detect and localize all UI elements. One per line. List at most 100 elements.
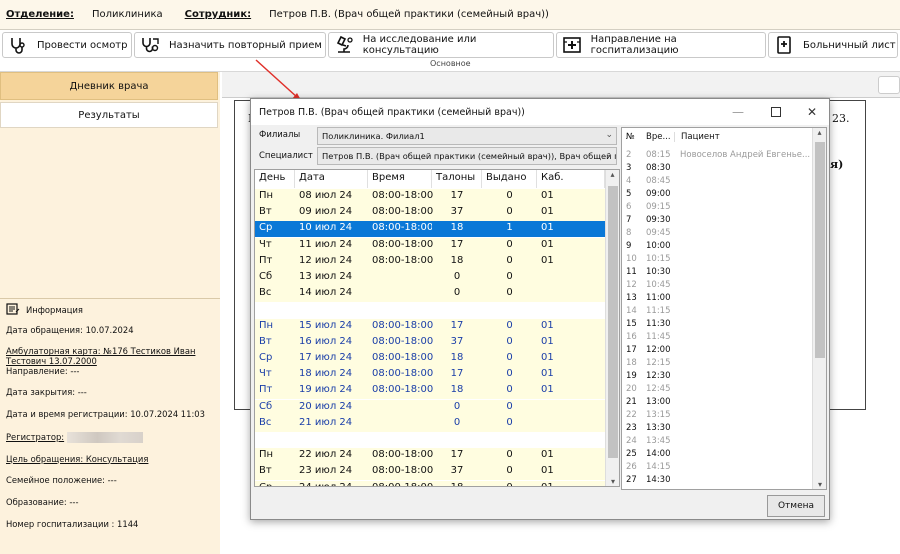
list-item[interactable]: 3 08:30 <box>622 161 814 174</box>
list-item[interactable]: 23 13:30 <box>622 421 814 434</box>
list-item[interactable]: 14 11:15 <box>622 304 814 317</box>
scroll-up-icon[interactable]: ▴ <box>813 128 826 137</box>
slot-n: 26 <box>626 461 637 472</box>
list-item[interactable]: 24 13:45 <box>622 434 814 447</box>
col-time[interactable]: Время <box>368 170 432 188</box>
table-cell-day: Ср <box>255 221 295 238</box>
list-item[interactable]: 2 08:15 Новоселов Андрей Евгенье... <box>622 148 814 161</box>
table-row[interactable]: Вт 09 июл 24 08:00-18:00 37 0 01 <box>255 205 605 222</box>
table-row[interactable]: Ср 17 июл 24 08:00-18:00 18 0 01 <box>255 351 605 367</box>
slot-col-patient[interactable]: Пациент <box>674 132 814 142</box>
col-cab[interactable]: Каб. <box>537 170 605 188</box>
list-item[interactable]: 16 11:45 <box>622 330 814 343</box>
table-cell-time: 08:00-18:00 <box>372 449 434 461</box>
list-item[interactable]: 10 10:15 <box>622 252 814 265</box>
scroll-down-icon[interactable]: ▾ <box>813 480 826 489</box>
list-item[interactable]: 20 12:45 <box>622 382 814 395</box>
table-cell-issued: 0 <box>506 190 513 201</box>
spec-select[interactable]: Петров П.В. (Врач общей практики (семейн… <box>317 147 617 165</box>
list-item[interactable]: 15 11:30 <box>622 317 814 330</box>
table-cell-date: 22 июл 24 <box>299 449 353 461</box>
table-row[interactable] <box>255 302 605 319</box>
table-row[interactable]: Ср 10 июл 24 08:00-18:00 18 1 01 <box>255 221 605 238</box>
table-row[interactable]: Пн 15 июл 24 08:00-18:00 17 0 01 <box>255 318 605 335</box>
list-item[interactable]: 12 10:45 <box>622 278 814 291</box>
list-item[interactable]: 17 12:00 <box>622 343 814 356</box>
col-day[interactable]: День <box>255 170 295 188</box>
table-row[interactable]: Вс 14 июл 24 0 0 <box>255 286 605 303</box>
table-cell-day: Чт <box>259 368 272 380</box>
list-item[interactable]: 11 10:30 <box>622 265 814 278</box>
col-tickets[interactable]: Талоны <box>432 170 482 188</box>
table-cell-day: Пн <box>259 449 274 461</box>
table-cell-day: Ср <box>259 352 273 363</box>
grid-scroll-thumb[interactable] <box>608 186 618 458</box>
table-row[interactable]: Вт 16 июл 24 08:00-18:00 37 0 01 <box>255 334 605 351</box>
table-cell-date: 09 июл 24 <box>299 206 353 218</box>
table-cell-tickets <box>432 302 482 318</box>
list-item[interactable]: 26 14:15 <box>622 460 814 473</box>
col-date[interactable]: Дата <box>295 170 368 188</box>
slot-n: 4 <box>626 175 632 186</box>
dialog-titlebar: Петров П.В. (Врач общей практики (семейн… <box>251 99 829 125</box>
list-item[interactable]: 9 10:00 <box>622 239 814 252</box>
table-row[interactable]: Пт 19 июл 24 08:00-18:00 18 0 01 <box>255 383 605 400</box>
filial-select[interactable]: Поликлиника. Филиал1 ⌄ <box>317 127 617 145</box>
list-item[interactable]: 25 14:00 <box>622 447 814 460</box>
table-cell-tickets: 0 <box>453 416 461 428</box>
col-issued[interactable]: Выдано <box>482 170 537 188</box>
table-row[interactable]: Чт 18 июл 24 08:00-18:00 17 0 01 <box>255 367 605 384</box>
table-row[interactable]: Вс 21 июл 24 0 0 <box>255 415 605 432</box>
list-item[interactable]: 5 09:00 <box>622 187 814 200</box>
slot-n: 17 <box>626 344 637 355</box>
list-item[interactable]: 22 13:15 <box>622 408 814 421</box>
list-item[interactable]: 8 09:45 <box>622 226 814 239</box>
slot-col-time[interactable]: Вре... <box>644 132 674 142</box>
table-row[interactable]: Пн 22 июл 24 08:00-18:00 17 0 01 <box>255 448 605 465</box>
table-row[interactable]: Сб 13 июл 24 0 0 <box>255 270 605 286</box>
list-item[interactable]: 7 09:30 <box>622 213 814 226</box>
table-cell-date <box>295 432 368 448</box>
table-cell-cab <box>537 432 605 448</box>
table-cell-date: 17 июл 24 <box>299 352 353 363</box>
slot-col-num[interactable]: № <box>622 132 644 142</box>
list-item[interactable]: 27 14:30 <box>622 473 814 486</box>
table-row[interactable]: Пт 12 июл 24 08:00-18:00 18 0 01 <box>255 253 605 270</box>
table-row[interactable]: Чт 11 июл 24 08:00-18:00 17 0 01 <box>255 237 605 254</box>
slot-t: 13:15 <box>646 409 671 420</box>
table-cell-tickets: 17 <box>450 319 464 331</box>
scroll-down-icon[interactable]: ▾ <box>606 477 619 486</box>
maximize-icon[interactable] <box>767 103 785 121</box>
close-icon[interactable]: ✕ <box>803 103 821 121</box>
minimize-icon[interactable]: — <box>729 103 747 121</box>
list-item[interactable]: 13 11:00 <box>622 291 814 304</box>
table-row[interactable]: Вт 23 июл 24 08:00-18:00 37 0 01 <box>255 464 605 481</box>
table-cell-tickets: 17 <box>450 238 464 250</box>
table-cell-issued: 0 <box>506 319 513 331</box>
list-item[interactable]: 18 12:15 <box>622 356 814 369</box>
filial-label: Филиалы <box>259 130 301 140</box>
table-cell-issued <box>482 302 537 318</box>
list-item[interactable]: 21 13:00 <box>622 395 814 408</box>
cancel-button[interactable]: Отмена <box>767 495 825 517</box>
table-row[interactable]: Сб 20 июл 24 0 0 <box>255 399 605 416</box>
table-cell-time: 08:00-18:00 <box>372 368 434 380</box>
grid-header: День Дата Время Талоны Выдано Каб. <box>255 170 605 188</box>
table-row[interactable] <box>255 432 605 448</box>
slots-scrollbar[interactable]: ▴ ▾ <box>812 128 826 489</box>
list-item[interactable]: 6 09:15 <box>622 200 814 213</box>
table-row[interactable]: Ср24 июл 2408:00-18:0018001 <box>255 480 605 486</box>
slot-t: 13:45 <box>646 435 671 446</box>
slot-n: 25 <box>626 448 637 459</box>
list-item[interactable]: 19 12:30 <box>622 369 814 382</box>
list-item[interactable]: 4 08:45 <box>622 174 814 187</box>
slots-scroll-thumb[interactable] <box>815 142 825 358</box>
table-cell-day: Вс <box>259 287 272 299</box>
table-cell-tickets: 18 <box>432 481 482 486</box>
table-cell-date: 23 июл 24 <box>299 465 353 477</box>
grid-scrollbar[interactable]: ▴ ▾ <box>605 170 619 486</box>
table-cell-tickets: 0 <box>453 287 461 299</box>
table-cell-tickets: 18 <box>450 384 464 396</box>
scroll-up-icon[interactable]: ▴ <box>606 170 619 179</box>
table-row[interactable]: Пн 08 июл 24 08:00-18:00 17 0 01 <box>255 189 605 205</box>
